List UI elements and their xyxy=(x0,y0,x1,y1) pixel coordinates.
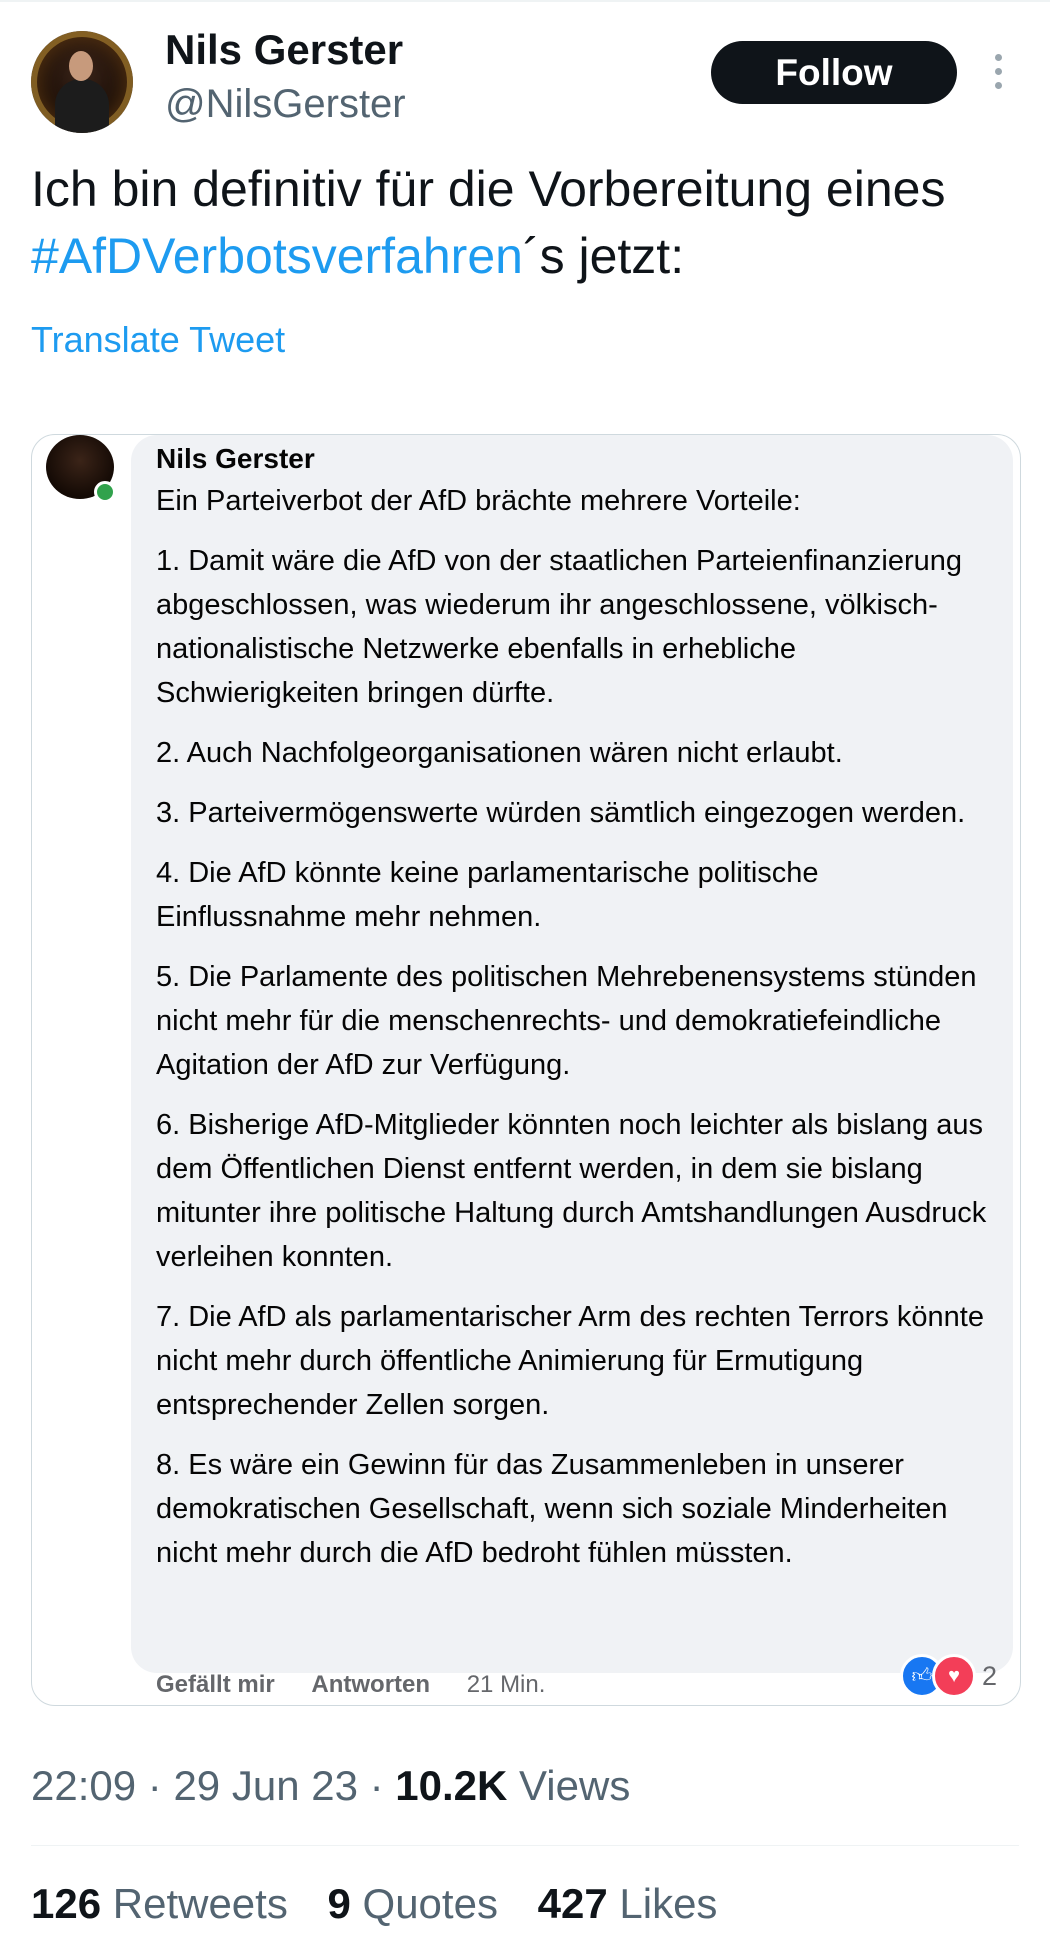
author-handle[interactable]: @NilsGerster xyxy=(165,82,406,127)
separator: · xyxy=(147,1762,162,1809)
quotes-label: Quotes xyxy=(362,1880,498,1927)
comment-avatar xyxy=(46,435,116,503)
author-name[interactable]: Nils Gerster xyxy=(165,26,403,74)
comment-like-action: Gefällt mir xyxy=(156,1671,275,1698)
comment-time: 21 Min. xyxy=(466,1671,546,1698)
likes-count: 427 xyxy=(537,1880,608,1927)
comment-paragraph: 4. Die AfD könnte keine parlamentarische… xyxy=(156,857,819,933)
online-status-dot xyxy=(94,481,116,503)
avatar-figure-body xyxy=(55,79,109,133)
more-dot xyxy=(995,82,1002,89)
quotes-stat[interactable]: 9 Quotes xyxy=(328,1880,498,1927)
likes-label: Likes xyxy=(619,1880,718,1927)
follow-button[interactable]: Follow xyxy=(711,41,957,104)
comment-paragraph: 7. Die AfD als parlamentarischer Arm des… xyxy=(156,1301,984,1421)
retweets-label: Retweets xyxy=(112,1880,288,1927)
comment-paragraph: 3. Parteivermögenswerte würden sämtlich … xyxy=(156,797,966,829)
separator: · xyxy=(369,1762,384,1809)
likes-stat[interactable]: 427 Likes xyxy=(538,1880,718,1927)
comment-body: Ein Parteiverbot der AfD brächte mehrere… xyxy=(156,479,1004,1591)
more-dot xyxy=(995,68,1002,75)
views-label: Views xyxy=(519,1762,631,1809)
comment-paragraph: 1. Damit wäre die AfD von der staatliche… xyxy=(156,545,962,709)
tweet-timestamp: 22:09 · 29 Jun 23 · 10.2K Views xyxy=(31,1762,630,1810)
comment-paragraph: 8. Es wäre ein Gewinn für das Zusammenle… xyxy=(156,1449,948,1569)
comment-reply-action: Antworten xyxy=(311,1671,431,1698)
tweet-text-after: ´s jetzt: xyxy=(522,228,685,284)
tweet-text: Ich bin definitiv für die Vorbereitung e… xyxy=(31,156,1021,290)
retweets-stat[interactable]: 126 Retweets xyxy=(31,1880,288,1927)
reaction-summary: 👍︎ ♥ 2 xyxy=(900,1654,997,1698)
tweet-time[interactable]: 22:09 xyxy=(31,1762,136,1809)
views-count: 10.2K xyxy=(395,1762,508,1809)
comment-paragraph: 6. Bisherige AfD-Mitglieder könnten noch… xyxy=(156,1109,987,1273)
quotes-count: 9 xyxy=(327,1880,351,1927)
comment-paragraph: 2. Auch Nachfolgeorganisationen wären ni… xyxy=(156,737,843,769)
comment-paragraph: 5. Die Parlamente des politischen Mehreb… xyxy=(156,961,977,1081)
author-avatar[interactable] xyxy=(31,31,133,133)
more-options-icon[interactable] xyxy=(988,52,1008,92)
engagement-stats: 126 Retweets 9 Quotes 427 Likes xyxy=(31,1880,745,1928)
comment-author-name: Nils Gerster xyxy=(156,443,315,474)
heart-icon: ♥ xyxy=(932,1654,976,1698)
tweet-date[interactable]: 29 Jun 23 xyxy=(173,1762,358,1809)
more-dot xyxy=(995,54,1002,61)
retweets-count: 126 xyxy=(31,1880,102,1927)
hashtag-link[interactable]: #AfDVerbotsverfahren xyxy=(31,228,523,284)
comment-actions: Gefällt mir Antworten 21 Min. xyxy=(156,1671,545,1699)
tweet-text-before: Ich bin definitiv für die Vorbereitung e… xyxy=(31,161,946,217)
stats-divider xyxy=(31,1845,1019,1846)
reaction-count: 2 xyxy=(982,1660,998,1691)
translate-tweet-link[interactable]: Translate Tweet xyxy=(31,319,285,361)
top-divider xyxy=(0,0,1050,2)
comment-paragraph: Ein Parteiverbot der AfD brächte mehrere… xyxy=(156,485,801,517)
avatar-figure-head xyxy=(69,51,93,81)
embedded-image-card[interactable]: Nils Gerster Ein Parteiverbot der AfD br… xyxy=(31,434,1021,1706)
